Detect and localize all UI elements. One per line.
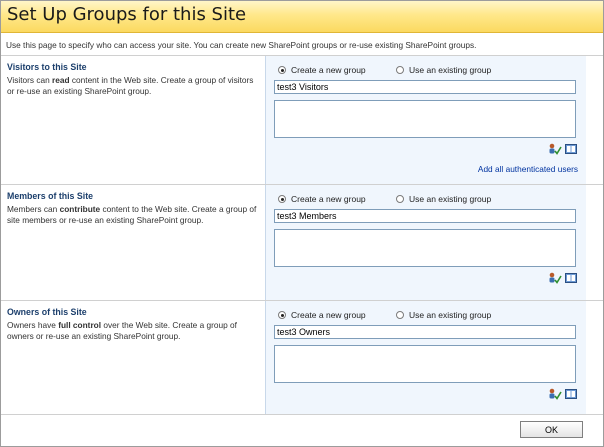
desc-verb: full control <box>58 320 102 330</box>
browse-address-book-icon[interactable] <box>565 389 577 399</box>
owners-section: Owners of this Site Owners have full con… <box>1 300 603 415</box>
desc-text: Owners have <box>7 320 59 330</box>
visitors-group-name-input[interactable] <box>274 80 576 94</box>
radio-label: Create a new group <box>291 194 366 204</box>
title-bar: Set Up Groups for this Site <box>1 1 603 33</box>
owners-people-picker[interactable] <box>274 345 576 383</box>
radio-label: Use an existing group <box>409 194 492 204</box>
visitors-section: Visitors to this Site Visitors can read … <box>1 55 603 184</box>
footer-divider <box>1 414 603 415</box>
check-names-icon[interactable] <box>548 388 562 400</box>
desc-verb: contribute <box>59 204 101 214</box>
members-group-name-input[interactable] <box>274 209 576 223</box>
radio-label: Create a new group <box>291 310 366 320</box>
visitors-picker-icons <box>548 143 577 155</box>
members-people-picker[interactable] <box>274 229 576 267</box>
visitors-description: Visitors can read content in the Web sit… <box>7 75 257 96</box>
ok-button[interactable]: OK <box>520 421 583 438</box>
visitors-people-picker[interactable] <box>274 100 576 138</box>
owners-title: Owners of this Site <box>7 307 87 317</box>
members-description: Members can contribute content to the We… <box>7 204 257 225</box>
visitors-title: Visitors to this Site <box>7 62 87 72</box>
radio-label: Use an existing group <box>409 65 492 75</box>
browse-address-book-icon[interactable] <box>565 273 577 283</box>
desc-verb: read <box>52 75 70 85</box>
owners-create-new-radio[interactable]: Create a new group <box>278 310 366 320</box>
members-title: Members of this Site <box>7 191 94 201</box>
radio-selected-icon <box>278 66 286 74</box>
check-names-icon[interactable] <box>548 272 562 284</box>
owners-description: Owners have full control over the Web si… <box>7 320 257 341</box>
visitors-use-existing-radio[interactable]: Use an existing group <box>396 65 491 75</box>
owners-picker-icons <box>548 388 577 400</box>
visitors-description-panel: Visitors to this Site Visitors can read … <box>1 56 265 184</box>
owners-description-panel: Owners of this Site Owners have full con… <box>1 301 265 415</box>
desc-text: Visitors can <box>7 75 53 85</box>
owners-group-name-input[interactable] <box>274 325 576 339</box>
radio-label: Use an existing group <box>409 310 492 320</box>
radio-selected-icon <box>278 311 286 319</box>
page-intro: Use this page to specify who can access … <box>6 40 477 50</box>
owners-input-panel: Create a new group Use an existing group <box>265 301 586 415</box>
visitors-input-panel: Create a new group Use an existing group… <box>265 56 586 184</box>
radio-selected-icon <box>278 195 286 203</box>
members-create-new-radio[interactable]: Create a new group <box>278 194 366 204</box>
visitors-create-new-radio[interactable]: Create a new group <box>278 65 366 75</box>
radio-unselected-icon <box>396 311 404 319</box>
page-title: Set Up Groups for this Site <box>7 4 247 25</box>
radio-unselected-icon <box>396 66 404 74</box>
members-section: Members of this Site Members can contrib… <box>1 184 603 300</box>
members-use-existing-radio[interactable]: Use an existing group <box>396 194 491 204</box>
owners-use-existing-radio[interactable]: Use an existing group <box>396 310 491 320</box>
add-authenticated-users-link[interactable]: Add all authenticated users <box>478 164 578 174</box>
members-picker-icons <box>548 272 577 284</box>
browse-address-book-icon[interactable] <box>565 144 577 154</box>
check-names-icon[interactable] <box>548 143 562 155</box>
members-description-panel: Members of this Site Members can contrib… <box>1 185 265 300</box>
desc-text: Members can <box>7 204 60 214</box>
members-input-panel: Create a new group Use an existing group <box>265 185 586 300</box>
radio-label: Create a new group <box>291 65 366 75</box>
radio-unselected-icon <box>396 195 404 203</box>
